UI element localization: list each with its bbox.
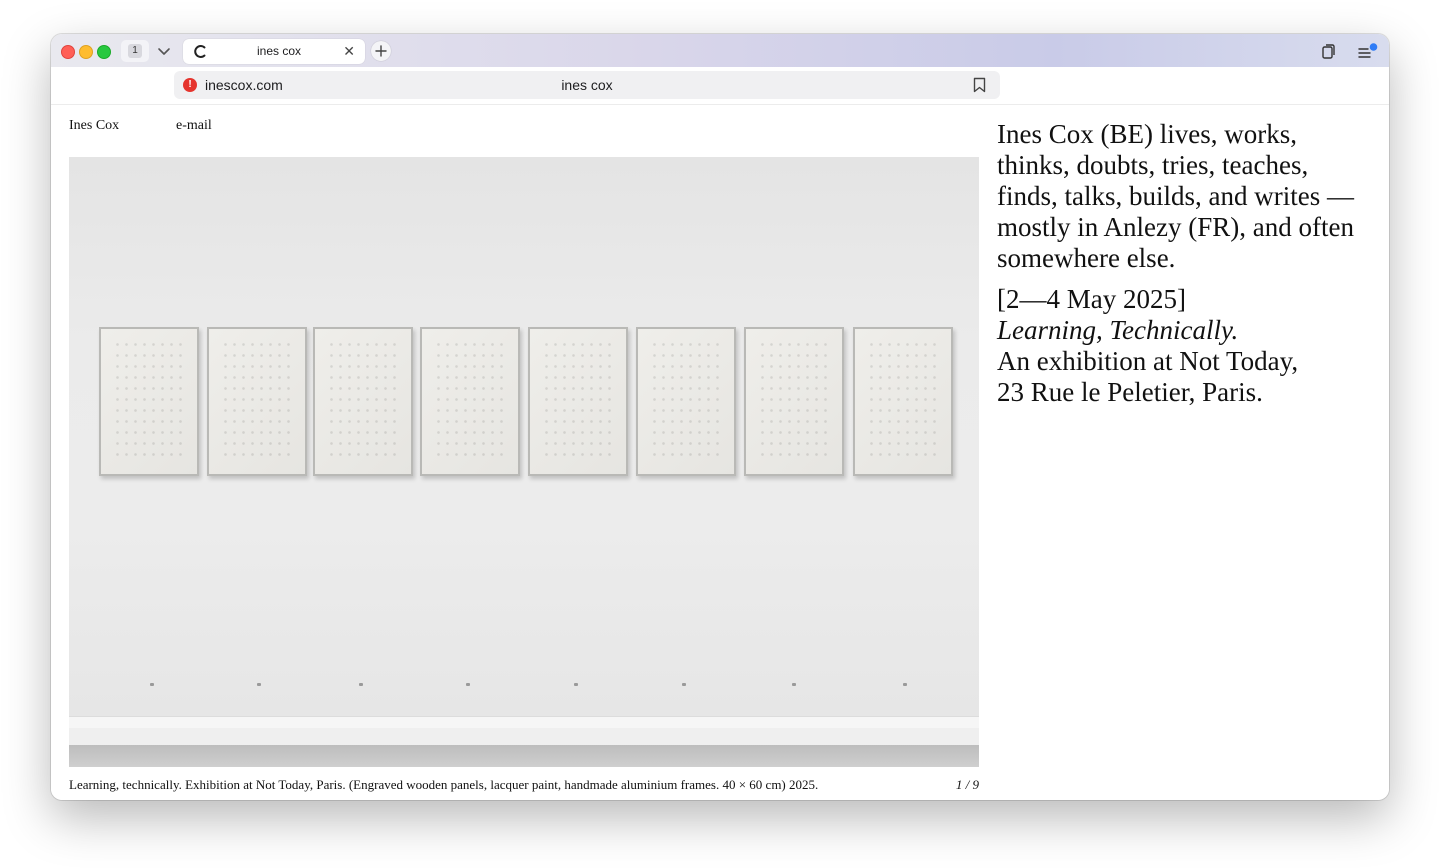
engraved-panel: [528, 327, 628, 476]
tab-title: ines cox: [256, 44, 302, 58]
gallery-floor: [69, 745, 979, 767]
address-bar[interactable]: ! inescox.com ines cox: [174, 71, 1000, 99]
engraved-panel: [853, 327, 953, 476]
engraved-panel: [636, 327, 736, 476]
bio-intro: Ines Cox (BE) lives, works, thinks, doub…: [997, 119, 1354, 273]
floor-edge: [69, 728, 979, 745]
engraved-panel: [744, 327, 844, 476]
slideshow-caption: Learning, technically. Exhibition at Not…: [69, 777, 819, 792]
wall-nail: [150, 683, 154, 686]
exhibition-dates: [2—4 May 2025]: [997, 284, 1186, 314]
close-window-button[interactable]: [61, 45, 75, 59]
loading-icon: [193, 44, 208, 59]
wall-nail: [903, 683, 907, 686]
email-link[interactable]: e-mail: [176, 118, 212, 134]
tab-bar: 1 ines cox ✕: [51, 34, 1389, 67]
site-name-link[interactable]: Ines Cox: [69, 118, 119, 134]
bio-text: Ines Cox (BE) lives, works, thinks, doub…: [997, 119, 1357, 408]
wall-nail: [792, 683, 796, 686]
wall-nail: [359, 683, 363, 686]
address-row: ! inescox.com ines cox: [51, 67, 1389, 105]
wall-nail: [466, 683, 470, 686]
wall-nail: [257, 683, 261, 686]
zoom-window-button[interactable]: [97, 45, 111, 59]
exhibition-venue: An exhibition at Not Today,: [997, 346, 1299, 376]
url-page-title: ines cox: [561, 77, 613, 93]
wall-nail: [574, 683, 578, 686]
slideshow-counter: 1 / 9: [955, 777, 979, 792]
minimize-window-button[interactable]: [79, 45, 93, 59]
tab-count-badge: 1: [128, 44, 142, 58]
tab-active[interactable]: ines cox ✕: [183, 39, 365, 64]
exhibition-title: Learning, Technically.: [997, 315, 1239, 345]
close-tab-icon[interactable]: ✕: [343, 43, 355, 59]
tab-overview-button[interactable]: 1: [121, 40, 149, 62]
engraved-panel: [207, 327, 307, 476]
plus-icon: [375, 45, 387, 57]
engraved-panel: [99, 327, 199, 476]
share-icon[interactable]: [1319, 42, 1337, 60]
new-tab-button[interactable]: [371, 41, 391, 61]
bookmark-icon[interactable]: [973, 77, 986, 93]
slideshow-image[interactable]: [69, 157, 979, 767]
engraved-panel: [313, 327, 413, 476]
wall-nail: [682, 683, 686, 686]
reading-list-icon[interactable]: [1357, 42, 1379, 60]
web-page: Ines Cox e-mail Learning, technically. E…: [51, 105, 1389, 800]
chevron-down-icon[interactable]: [155, 43, 173, 59]
browser-window: 1 ines cox ✕ ! inescox.com ines cox Ines…: [51, 34, 1389, 800]
engraved-panel: [420, 327, 520, 476]
exhibition-address: 23 Rue le Peletier, Paris.: [997, 377, 1263, 407]
